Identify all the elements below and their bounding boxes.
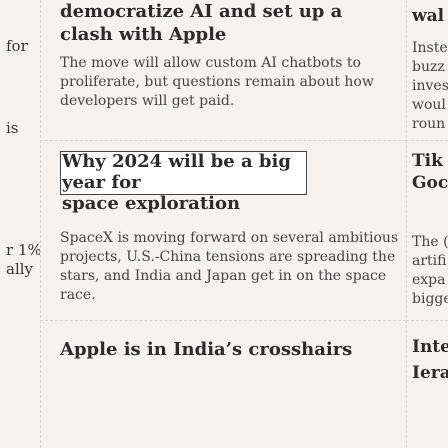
story-summary: SpaceX is moving forward on several ambi…: [60, 230, 399, 303]
right-heading-fragment[interactable]: Inte: [412, 336, 448, 358]
right-text-fragment: inves: [412, 78, 448, 94]
left-fragment: for: [6, 37, 28, 55]
right-heading-fragment[interactable]: wal: [412, 5, 444, 27]
right-text-fragment: artifi: [412, 253, 447, 269]
row-divider: [406, 320, 448, 321]
row-divider: [40, 140, 406, 141]
right-text-fragment: buzz: [412, 59, 445, 75]
story-summary: The move will allow custom AI chatbots t…: [60, 55, 374, 109]
story-title[interactable]: Apple is in India’s crosshairs: [60, 338, 400, 361]
story-card-highlighted[interactable]: Why 2024 will be a big year for space ex…: [60, 151, 400, 214]
right-text-fragment: roun: [412, 116, 446, 132]
right-heading-fragment[interactable]: Goc: [412, 172, 448, 194]
right-text-fragment: The (: [412, 234, 448, 250]
story-title[interactable]: democratize AI and set up a clash with A…: [60, 0, 400, 46]
story-card[interactable]: SpaceX is moving forward on several ambi…: [60, 229, 400, 305]
main-news-column: democratize AI and set up a clash with A…: [40, 0, 406, 448]
right-heading-fragment[interactable]: Iera: [412, 362, 448, 384]
left-fragment: is: [6, 119, 19, 137]
right-text-fragment: expa: [412, 272, 446, 288]
story-card[interactable]: Apple is in India’s crosshairs: [60, 338, 400, 361]
right-text-fragment: Inste: [412, 40, 448, 56]
left-neighbor-column: for is r 1% ally: [0, 0, 40, 448]
story-title-line-1[interactable]: Why 2024 will be a big year for: [60, 151, 307, 193]
row-divider: [40, 320, 406, 321]
right-text-fragment: bigge: [412, 291, 448, 307]
left-fragment: ally: [6, 260, 34, 278]
story-title-line-2[interactable]: space exploration: [60, 193, 307, 214]
highlight-box[interactable]: Why 2024 will be a big year for space ex…: [60, 151, 307, 214]
row-divider: [406, 140, 448, 141]
right-neighbor-column: wal Inste buzz inves woul roun Tik Goc T…: [406, 0, 448, 448]
story-card[interactable]: democratize AI and set up a clash with A…: [60, 0, 400, 111]
right-heading-fragment[interactable]: Tik: [412, 150, 443, 172]
left-fragment: r 1%: [6, 241, 40, 259]
right-text-fragment: woul: [412, 97, 446, 113]
